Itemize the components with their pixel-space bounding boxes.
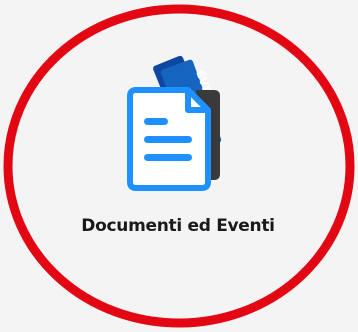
app-tile-screen: EVENT Documenti ed Eventi	[0, 0, 358, 332]
documenti-ed-eventi-tile[interactable]: EVENT Documenti ed Eventi	[52, 56, 304, 256]
document-icon	[127, 87, 211, 191]
document-with-event-tickets-icon: EVENT	[127, 56, 222, 191]
tile-label: Documenti ed Eventi	[81, 216, 275, 236]
